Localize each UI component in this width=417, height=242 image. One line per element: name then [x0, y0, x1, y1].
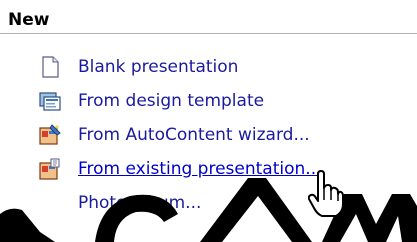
section-title: New: [8, 10, 50, 30]
task-photo-album[interactable]: Photo album...: [38, 186, 408, 220]
task-label: Photo album...: [78, 193, 202, 213]
blank-page-icon: [38, 55, 62, 79]
task-blank-presentation[interactable]: Blank presentation: [38, 50, 408, 84]
existing-presentation-icon: [38, 157, 62, 181]
photo-album-icon: [38, 191, 62, 215]
task-label: From AutoContent wizard...: [78, 125, 310, 145]
design-template-icon: [38, 89, 62, 113]
task-from-design-template[interactable]: From design template: [38, 84, 408, 118]
hand-pointer-icon: [308, 170, 344, 217]
task-label: Blank presentation: [78, 57, 239, 77]
autocontent-wizard-icon: [38, 123, 62, 147]
task-label: From design template: [78, 91, 265, 111]
section-header-new: New: [0, 8, 417, 34]
task-label: From existing presentation...: [78, 159, 322, 179]
task-from-existing-presentation[interactable]: From existing presentation...: [38, 152, 408, 186]
task-from-autocontent-wizard[interactable]: From AutoContent wizard...: [38, 118, 408, 152]
